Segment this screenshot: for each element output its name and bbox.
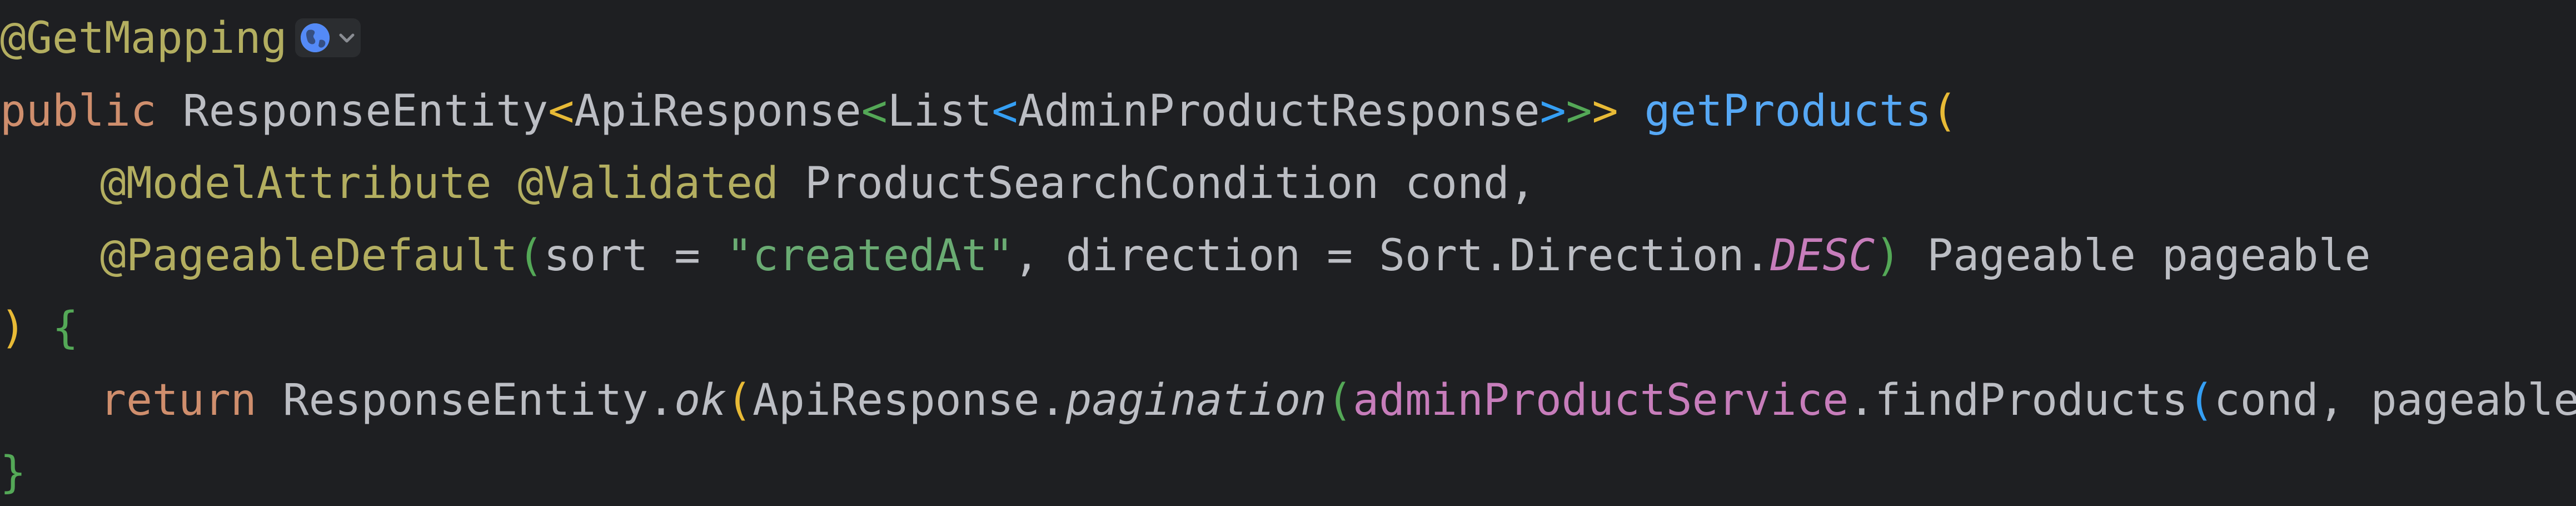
code-line-1: @GetMapping — [0, 2, 361, 75]
chevron-down-icon — [337, 24, 356, 52]
endpoint-inlay-button[interactable] — [295, 18, 361, 57]
type-response-entity: ResponseEntity — [182, 86, 549, 136]
public-keyword: public — [0, 86, 157, 136]
globe-icon — [300, 23, 330, 52]
type-list: List — [887, 86, 992, 136]
code-line-2: public ResponseEntity<ApiResponse<List<A… — [0, 86, 1958, 136]
pagination-method: pagination — [1065, 375, 1327, 425]
get-mapping-annotation: @GetMapping — [0, 13, 287, 63]
ok-method: ok — [674, 375, 727, 425]
return-keyword: return — [100, 375, 257, 425]
code-line-4: @PageableDefault(sort = "createdAt", dir… — [100, 231, 2371, 281]
sort-string-literal: "createdAt" — [726, 231, 1014, 281]
code-editor[interactable]: @GetMapping public ResponseEntity<ApiRes… — [0, 0, 2576, 506]
model-attribute-annotation: @ModelAttribute — [100, 158, 492, 209]
code-line-3: @ModelAttribute @Validated ProductSearch… — [100, 158, 1536, 209]
type-admin-product-response: AdminProductResponse — [1018, 86, 1540, 136]
desc-constant: DESC — [1770, 231, 1875, 281]
code-line-5: ) { — [0, 303, 78, 353]
pageable-default-annotation: @PageableDefault — [100, 231, 518, 281]
code-line-7: } — [0, 448, 26, 498]
admin-product-service-field: adminProductService — [1353, 375, 1849, 425]
method-name-get-products: getProducts — [1644, 86, 1932, 136]
code-line-6: return ResponseEntity.ok(ApiResponse.pag… — [100, 375, 2576, 425]
validated-annotation: @Validated — [517, 158, 779, 209]
type-api-response: ApiResponse — [574, 86, 861, 136]
